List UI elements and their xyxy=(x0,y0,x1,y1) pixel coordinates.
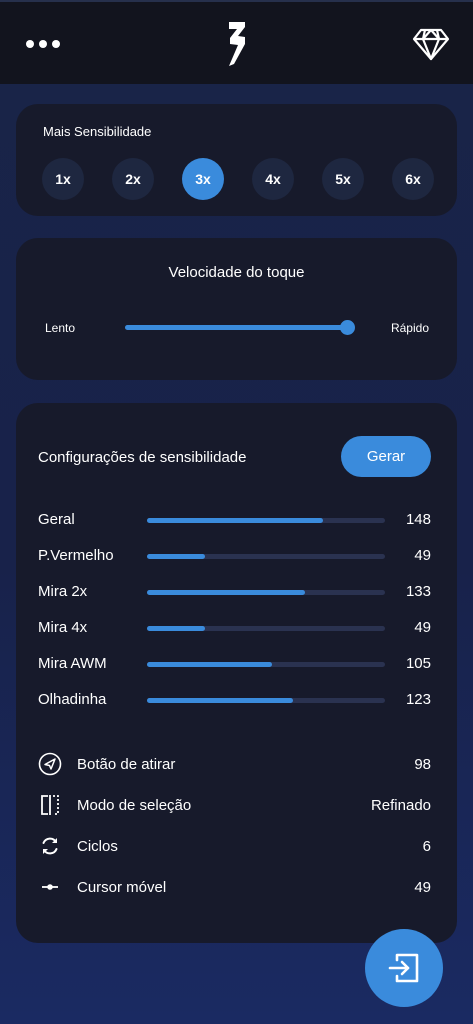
touch-speed-knob[interactable] xyxy=(340,320,355,335)
sensitivity-config-card: Configurações de sensibilidade Gerar Ger… xyxy=(16,403,457,943)
sensitivity-slider[interactable] xyxy=(147,590,385,595)
option-label: Ciclos xyxy=(77,838,118,855)
multiplier-button-5x[interactable]: 5x xyxy=(322,158,364,200)
option-value: 49 xyxy=(414,879,431,896)
sensitivity-label: Mira 4x xyxy=(38,619,88,636)
sensitivity-label: Mira AWM xyxy=(38,655,107,672)
sensitivity-label: Geral xyxy=(38,511,75,528)
touch-speed-fill xyxy=(125,325,347,330)
multiplier-button-1x[interactable]: 1x xyxy=(42,158,84,200)
top-bar xyxy=(0,0,473,84)
option-label: Modo de seleção xyxy=(77,797,192,814)
generate-button[interactable]: Gerar xyxy=(341,436,431,477)
more-dots-icon[interactable] xyxy=(26,36,60,52)
config-title: Configurações de sensibilidade xyxy=(38,449,247,466)
paper-plane-icon xyxy=(38,752,62,776)
sensitivity-fill xyxy=(147,590,306,595)
sensitivity-fill xyxy=(147,626,206,631)
option-value: 98 xyxy=(414,756,431,773)
sensitivity-multiplier-title: Mais Sensibilidade xyxy=(43,124,152,139)
option-row[interactable]: Cursor móvel 49 xyxy=(38,872,431,902)
sensitivity-value: 148 xyxy=(405,511,431,528)
sensitivity-fill xyxy=(147,662,272,667)
brand-logo-icon xyxy=(229,22,245,66)
option-row[interactable]: Ciclos 6 xyxy=(38,831,431,861)
refresh-cycle-icon xyxy=(38,834,62,858)
sensitivity-label: Mira 2x xyxy=(38,583,88,600)
option-row[interactable]: Botão de atirar 98 xyxy=(38,749,431,779)
multiplier-button-3x[interactable]: 3x xyxy=(182,158,224,200)
sensitivity-slider[interactable] xyxy=(147,518,385,523)
touch-speed-card: Velocidade do toque Lento Rápido xyxy=(16,238,457,380)
sensitivity-fill xyxy=(147,518,324,523)
touch-speed-title: Velocidade do toque xyxy=(168,264,305,281)
option-label: Cursor móvel xyxy=(77,879,167,896)
sensitivity-value: 133 xyxy=(405,583,431,600)
sensitivity-label: P.Vermelho xyxy=(38,547,114,564)
option-row[interactable]: Modo de seleção Refinado xyxy=(38,790,431,820)
sensitivity-row: P.Vermelho 49 xyxy=(38,544,431,568)
sensitivity-value: 105 xyxy=(405,655,431,672)
sensitivity-row: Mira AWM 105 xyxy=(38,652,431,676)
sensitivity-row: Olhadinha 123 xyxy=(38,688,431,712)
diamond-icon[interactable] xyxy=(412,26,450,62)
multiplier-button-6x[interactable]: 6x xyxy=(392,158,434,200)
sensitivity-value: 123 xyxy=(405,691,431,708)
sensitivity-slider[interactable] xyxy=(147,698,385,703)
exit-icon xyxy=(388,953,419,983)
sensitivity-value: 49 xyxy=(414,619,431,636)
option-label: Botão de atirar xyxy=(77,756,176,773)
speed-max-label: Rápido xyxy=(390,321,429,335)
selection-mode-icon xyxy=(38,793,62,817)
sensitivity-value: 49 xyxy=(414,547,431,564)
sensitivity-row: Mira 2x 133 xyxy=(38,580,431,604)
sensitivity-slider[interactable] xyxy=(147,554,385,559)
sensitivity-row: Geral 148 xyxy=(38,508,431,532)
option-value: 6 xyxy=(422,838,431,855)
sensitivity-label: Olhadinha xyxy=(38,691,107,708)
sensitivity-slider[interactable] xyxy=(147,662,385,667)
sensitivity-row: Mira 4x 49 xyxy=(38,616,431,640)
sensitivity-fill xyxy=(147,554,206,559)
option-value: Refinado xyxy=(370,797,431,814)
cursor-slider-icon xyxy=(38,875,62,899)
exit-button[interactable] xyxy=(365,929,443,1007)
touch-speed-slider[interactable] xyxy=(125,320,355,335)
sensitivity-fill xyxy=(147,698,294,703)
speed-min-label: Lento xyxy=(45,321,76,335)
sensitivity-slider[interactable] xyxy=(147,626,385,631)
sensitivity-multiplier-card: Mais Sensibilidade 1x 2x 3x 4x 5x 6x xyxy=(16,104,457,216)
multiplier-button-4x[interactable]: 4x xyxy=(252,158,294,200)
multiplier-button-2x[interactable]: 2x xyxy=(112,158,154,200)
multiplier-options: 1x 2x 3x 4x 5x 6x xyxy=(42,158,434,200)
